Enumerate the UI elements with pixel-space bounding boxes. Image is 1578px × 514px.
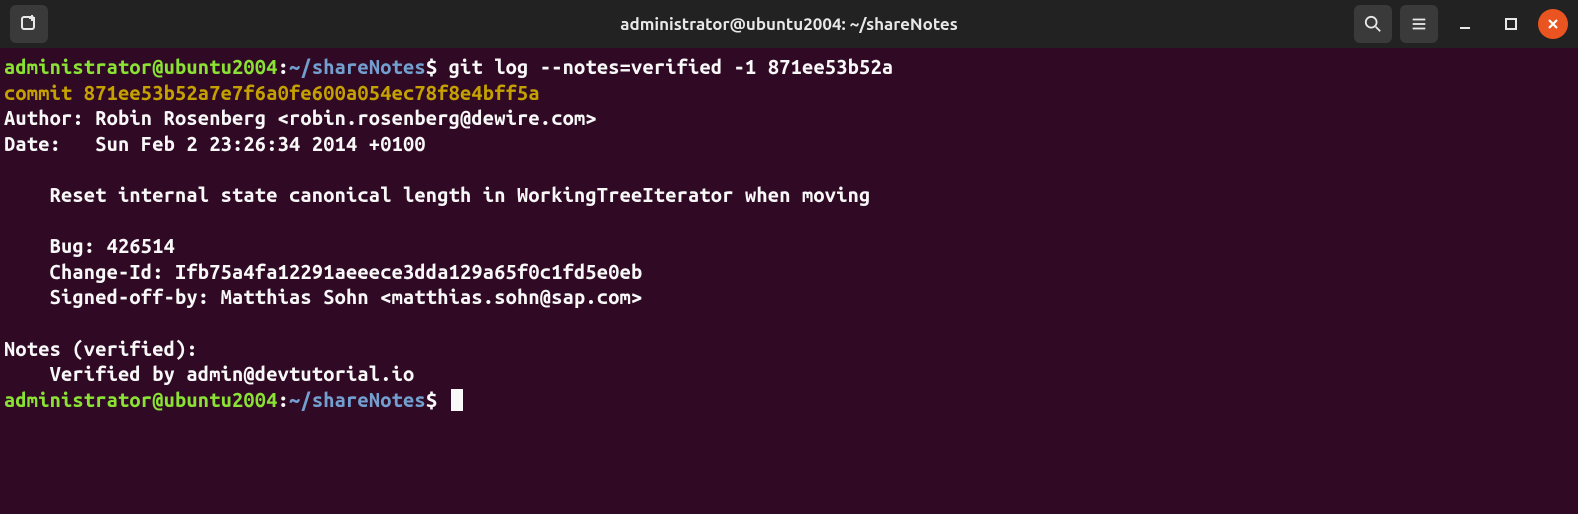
notes-body: Verified by admin@devtutorial.io [4,362,414,385]
prompt-path: ~/shareNotes [289,55,426,78]
maximize-button[interactable] [1492,5,1530,43]
author-line: Author: Robin Rosenberg <robin.rosenberg… [4,106,597,129]
menu-button[interactable] [1400,5,1438,43]
commit-message-line: Reset internal state canonical length in… [4,183,870,206]
prompt-sep-2: : [278,388,289,411]
commit-changeid-line: Change-Id: Ifb75a4fa12291aeeece3dda129a6… [4,260,642,283]
prompt-user-host-2: administrator@ubuntu2004 [4,388,278,411]
maximize-icon [1504,17,1518,31]
commit-signedoff-line: Signed-off-by: Matthias Sohn <matthias.s… [4,285,642,308]
close-button[interactable] [1538,9,1568,39]
prompt-sep: : [278,55,289,78]
minimize-icon [1458,17,1472,31]
commit-bug-line: Bug: 426514 [4,234,175,257]
minimize-button[interactable] [1446,5,1484,43]
date-line: Date: Sun Feb 2 23:26:34 2014 +0100 [4,132,426,155]
commit-line: commit 871ee53b52a7e7f6a0fe600a054ec78f8… [4,81,540,104]
search-button[interactable] [1354,5,1392,43]
prompt-path-2: ~/shareNotes [289,388,426,411]
window-title: administrator@ubuntu2004: ~/shareNotes [620,15,957,34]
new-tab-icon [19,14,39,34]
titlebar: administrator@ubuntu2004: ~/shareNotes [0,0,1578,48]
cursor [451,389,463,411]
new-tab-button[interactable] [10,5,48,43]
terminal-body[interactable]: administrator@ubuntu2004:~/shareNotes$ g… [0,48,1578,514]
terminal-window: administrator@ubuntu2004: ~/shareNotes [0,0,1578,514]
hamburger-icon [1410,15,1428,33]
search-icon [1364,15,1382,33]
prompt-symbol: $ [426,55,437,78]
notes-header: Notes (verified): [4,337,198,360]
command-text: git log --notes=verified -1 871ee53b52a [449,55,894,78]
prompt-user-host: administrator@ubuntu2004 [4,55,278,78]
close-icon [1547,18,1559,30]
prompt-symbol-2: $ [426,388,437,411]
